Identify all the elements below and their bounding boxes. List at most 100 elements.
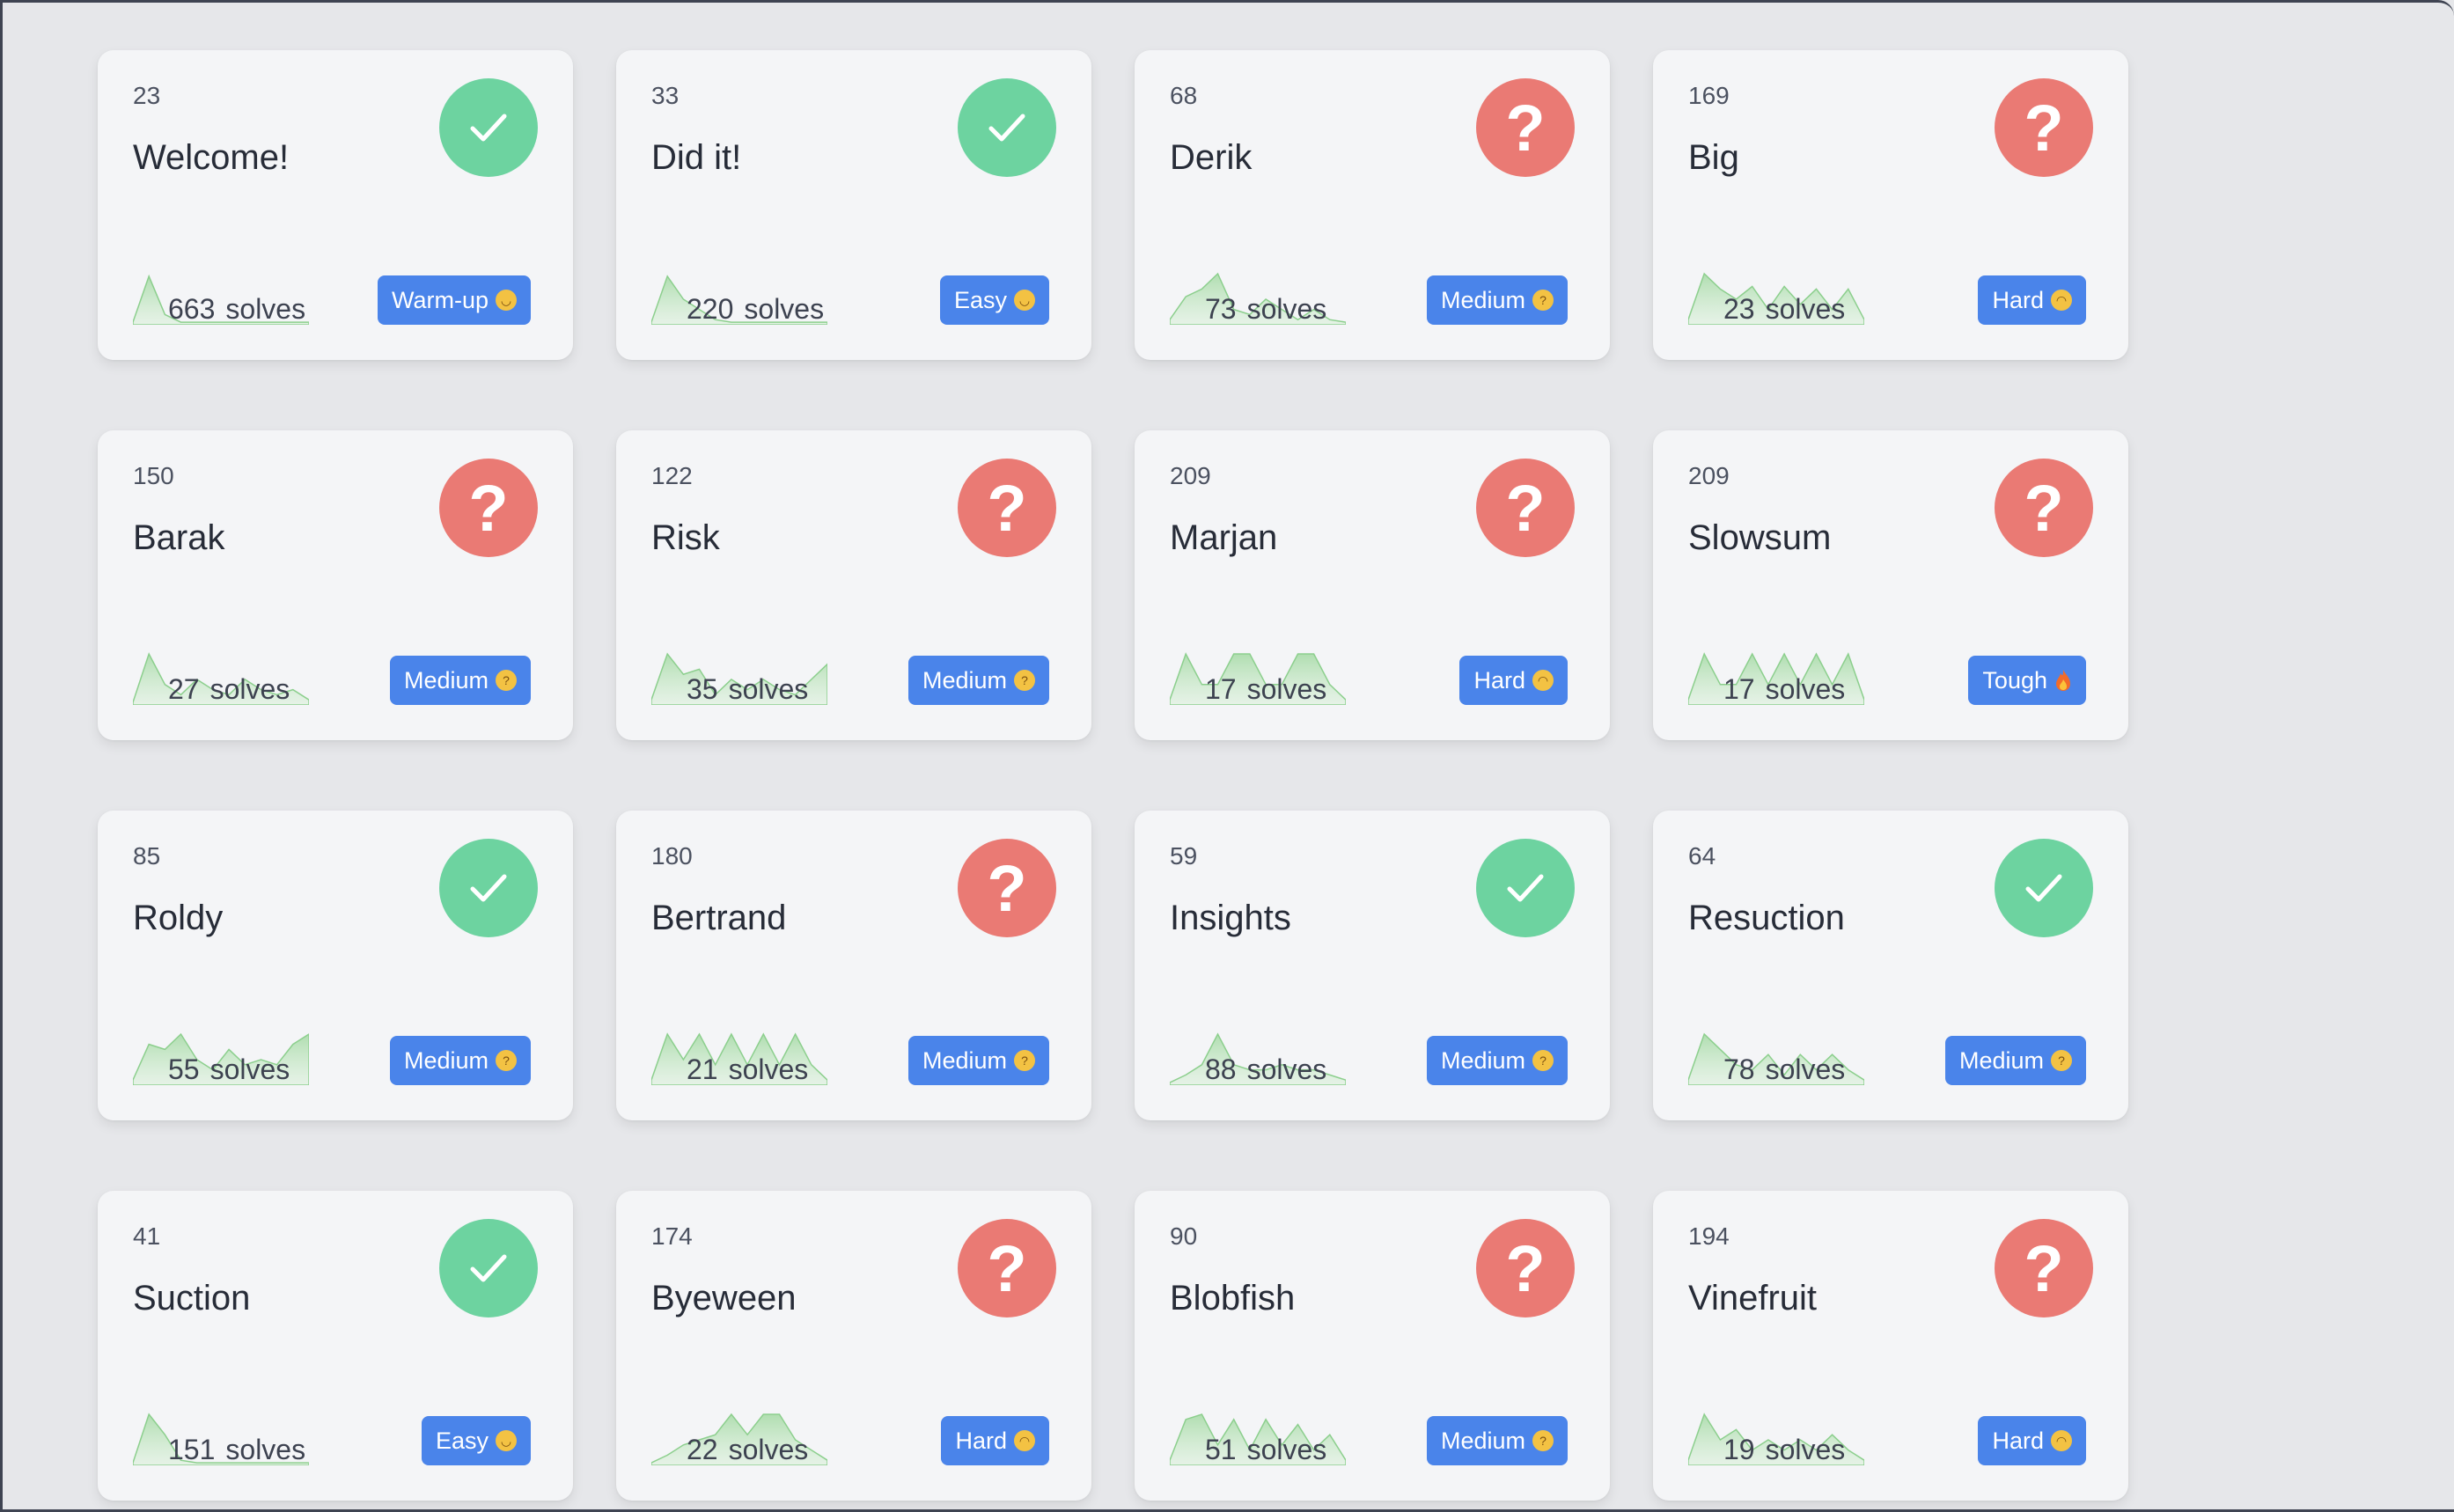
difficulty-badge: Warm-up ◡ bbox=[377, 275, 531, 325]
challenge-card-risk[interactable]: 122 Risk ? 35 solves Medium ? bbox=[616, 430, 1091, 740]
challenge-card-derik[interactable]: 68 Derik ? 73 solves Medium ? bbox=[1135, 50, 1610, 360]
challenge-card-did-it[interactable]: 33 Did it! 220 solves Easy ◡ bbox=[616, 50, 1091, 360]
solves-count: 17 solves bbox=[1723, 673, 1845, 706]
challenge-card-insights[interactable]: 59 Insights 88 solves Medium ? bbox=[1135, 811, 1610, 1120]
challenge-title: Barak bbox=[133, 518, 225, 557]
thinking-face-icon: ? bbox=[1532, 290, 1554, 311]
solves-number: 22 bbox=[687, 1434, 718, 1465]
difficulty-badge: Medium ? bbox=[1426, 1036, 1568, 1085]
question-icon: ? bbox=[958, 839, 1056, 937]
solves-label: solves bbox=[225, 293, 306, 325]
difficulty-label: Medium bbox=[1440, 1046, 1525, 1074]
challenge-points: 59 bbox=[1170, 842, 1198, 870]
challenge-title: Vinefruit bbox=[1688, 1279, 1818, 1317]
challenge-points: 150 bbox=[133, 462, 174, 489]
challenge-card-resuction[interactable]: 64 Resuction 78 solves Medium ? bbox=[1653, 811, 2128, 1120]
difficulty-label: Warm-up bbox=[391, 286, 489, 313]
check-icon bbox=[1995, 839, 2093, 937]
question-icon: ? bbox=[1995, 459, 2093, 557]
challenge-points: 23 bbox=[133, 82, 161, 109]
challenge-title: Byeween bbox=[651, 1279, 797, 1317]
worried-face-icon: ◠ bbox=[1532, 670, 1554, 691]
question-icon: ? bbox=[1476, 459, 1575, 557]
challenge-card-welcome[interactable]: 23 Welcome! 663 solves Warm-up ◡ bbox=[98, 50, 573, 360]
thinking-face-icon: ? bbox=[1014, 1050, 1035, 1071]
worried-face-icon: ◠ bbox=[2051, 290, 2072, 311]
difficulty-badge: Medium ? bbox=[389, 1036, 531, 1085]
grinning-face-icon: ◡ bbox=[496, 290, 517, 311]
solves-label: solves bbox=[1765, 293, 1846, 325]
challenge-title: Risk bbox=[651, 518, 720, 557]
solves-count: 17 solves bbox=[1205, 673, 1326, 706]
difficulty-badge: Medium ? bbox=[1944, 1036, 2086, 1085]
solves-number: 88 bbox=[1205, 1053, 1237, 1085]
solves-label: solves bbox=[225, 1434, 306, 1465]
challenge-points: 122 bbox=[651, 462, 693, 489]
challenge-points: 209 bbox=[1170, 462, 1211, 489]
challenge-points: 64 bbox=[1688, 842, 1716, 870]
difficulty-label: Hard bbox=[1473, 666, 1525, 694]
solves-count: 19 solves bbox=[1723, 1434, 1845, 1466]
difficulty-badge: Medium ? bbox=[907, 1036, 1049, 1085]
difficulty-label: Hard bbox=[955, 1427, 1007, 1454]
question-icon: ? bbox=[1995, 1219, 2093, 1317]
solves-label: solves bbox=[1765, 673, 1846, 705]
difficulty-label: Medium bbox=[403, 1046, 489, 1074]
challenge-title: Suction bbox=[133, 1279, 251, 1317]
fire-icon bbox=[2054, 670, 2072, 691]
solves-label: solves bbox=[1765, 1053, 1846, 1085]
check-icon bbox=[439, 78, 538, 177]
solves-number: 55 bbox=[168, 1053, 200, 1085]
thinking-face-icon: ? bbox=[496, 1050, 517, 1071]
difficulty-badge: Medium ? bbox=[1426, 275, 1568, 325]
challenge-card-roldy[interactable]: 85 Roldy 55 solves Medium ? bbox=[98, 811, 573, 1120]
smiling-face-icon: ◡ bbox=[1014, 290, 1035, 311]
challenge-points: 90 bbox=[1170, 1222, 1198, 1250]
challenge-title: Marjan bbox=[1170, 518, 1278, 557]
challenge-card-slowsum[interactable]: 209 Slowsum ? 17 solves Tough bbox=[1653, 430, 2128, 740]
solves-number: 151 bbox=[168, 1434, 216, 1465]
worried-face-icon: ◠ bbox=[2051, 1430, 2072, 1451]
thinking-face-icon: ? bbox=[1532, 1050, 1554, 1071]
solves-count: 663 solves bbox=[168, 293, 305, 326]
challenge-card-byeween[interactable]: 174 Byeween ? 22 solves Hard ◠ bbox=[616, 1191, 1091, 1501]
thinking-face-icon: ? bbox=[496, 670, 517, 691]
thinking-face-icon: ? bbox=[1532, 1430, 1554, 1451]
difficulty-badge: Hard ◠ bbox=[1978, 275, 2086, 325]
challenge-points: 68 bbox=[1170, 82, 1198, 109]
solves-count: 55 solves bbox=[168, 1053, 290, 1086]
difficulty-label: Medium bbox=[403, 666, 489, 694]
difficulty-badge: Tough bbox=[1968, 656, 2086, 705]
challenge-card-marjan[interactable]: 209 Marjan ? 17 solves Hard ◠ bbox=[1135, 430, 1610, 740]
challenge-points: 85 bbox=[133, 842, 161, 870]
challenge-card-blobfish[interactable]: 90 Blobfish ? 51 solves Medium ? bbox=[1135, 1191, 1610, 1501]
challenge-title: Derik bbox=[1170, 138, 1253, 177]
challenge-card-bertrand[interactable]: 180 Bertrand ? 21 solves Medium ? bbox=[616, 811, 1091, 1120]
challenge-points: 180 bbox=[651, 842, 693, 870]
solves-number: 73 bbox=[1205, 293, 1237, 325]
solves-number: 23 bbox=[1723, 293, 1755, 325]
challenge-points: 174 bbox=[651, 1222, 693, 1250]
difficulty-label: Hard bbox=[1992, 1427, 2044, 1454]
solves-number: 17 bbox=[1205, 673, 1237, 705]
challenge-points: 209 bbox=[1688, 462, 1730, 489]
challenge-points: 33 bbox=[651, 82, 680, 109]
challenge-card-vinefruit[interactable]: 194 Vinefruit ? 19 solves Hard ◠ bbox=[1653, 1191, 2128, 1501]
challenge-card-suction[interactable]: 41 Suction 151 solves Easy ◡ bbox=[98, 1191, 573, 1501]
challenge-title: Roldy bbox=[133, 899, 224, 937]
solves-number: 19 bbox=[1723, 1434, 1755, 1465]
challenge-card-big[interactable]: 169 Big ? 23 solves Hard ◠ bbox=[1653, 50, 2128, 360]
solves-label: solves bbox=[728, 1434, 809, 1465]
solves-number: 17 bbox=[1723, 673, 1755, 705]
solves-number: 35 bbox=[687, 673, 718, 705]
difficulty-label: Hard bbox=[1992, 286, 2044, 313]
app-window: 23 Welcome! 663 solves Warm-up ◡ 33 Did i… bbox=[0, 0, 2454, 1512]
solves-number: 51 bbox=[1205, 1434, 1237, 1465]
challenge-card-barak[interactable]: 150 Barak ? 27 solves Medium ? bbox=[98, 430, 573, 740]
solves-number: 21 bbox=[687, 1053, 718, 1085]
question-icon: ? bbox=[958, 1219, 1056, 1317]
solves-label: solves bbox=[728, 673, 809, 705]
difficulty-badge: Hard ◠ bbox=[1459, 656, 1568, 705]
solves-number: 78 bbox=[1723, 1053, 1755, 1085]
difficulty-label: Easy bbox=[953, 286, 1007, 313]
